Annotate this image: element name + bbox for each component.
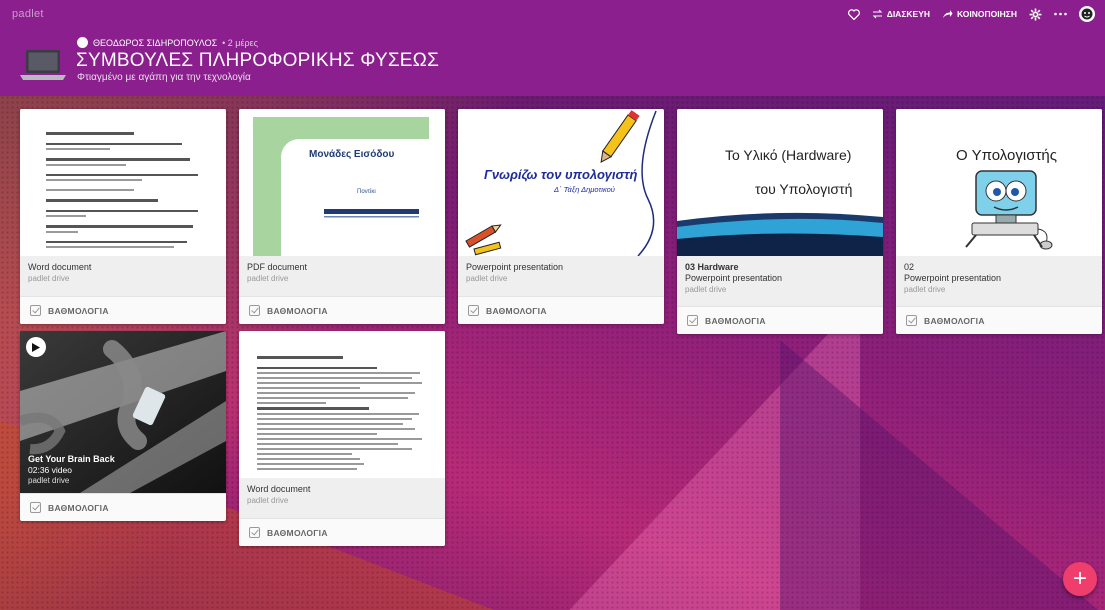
hardware-thumb-line2: του Υπολογιστή xyxy=(755,181,853,197)
post-card[interactable]: Μονάδες Εισόδου Ποντίκι PDF document pad… xyxy=(239,109,445,324)
heart-icon[interactable] xyxy=(847,8,860,20)
attachment-title: Powerpoint presentation xyxy=(685,273,783,283)
remake-label: ΔΙΑΣΚΕΥΗ xyxy=(886,9,931,19)
powerpoint-thumbnail[interactable]: Γνωρίζω τον υπολογιστή Δ΄ Τάξη Δημοτικού xyxy=(458,109,664,256)
attachment-title: Powerpoint presentation xyxy=(466,262,564,272)
author-line: ΘΕΟΔΩΡΟΣ ΣΙΔΗΡΟΠΟΥΛΟΣ • 2 μέρες xyxy=(77,37,258,48)
pencil-illustration xyxy=(465,110,657,256)
attachment-source: padlet drive xyxy=(28,274,70,283)
checkbox-icon xyxy=(906,315,917,326)
attachment-title: Word document xyxy=(247,484,311,494)
pdf-slide-graphic xyxy=(253,117,429,256)
post-card[interactable]: Ο Υπολογιστής 02 Powerpoint presentation… xyxy=(896,109,1102,334)
attachment-source: padlet drive xyxy=(247,274,289,283)
attachment-title: Powerpoint presentation xyxy=(904,273,1002,283)
pdf-thumb-sub: Ποντίκι xyxy=(357,189,376,195)
computer-slide-thumbnail[interactable]: Ο Υπολογιστής xyxy=(896,109,1102,256)
checkbox-icon xyxy=(687,315,698,326)
avatar-face-icon xyxy=(1081,8,1093,20)
grade-label: ΒΑΘΜΟΛΟΓΙΑ xyxy=(924,315,985,326)
share-label: ΚΟΙΝΟΠΟΙΗΣΗ xyxy=(957,9,1017,19)
share-button[interactable]: ΚΟΙΝΟΠΟΙΗΣΗ xyxy=(942,9,1017,19)
board-title: ΣΥΜΒΟΥΛΕΣ ΠΛΗΡΟΦΟΡΙΚΗΣ ΦΥΣΕΩΣ xyxy=(76,50,440,71)
pdf-document-thumbnail[interactable]: Μονάδες Εισόδου Ποντίκι xyxy=(239,109,445,256)
attachment-source: padlet drive xyxy=(466,274,508,283)
author-avatar xyxy=(77,37,88,48)
attachment-source: padlet drive xyxy=(247,496,289,505)
post-age: • 2 μέρες xyxy=(222,37,258,48)
grade-button[interactable]: ΒΑΘΜΟΛΟΓΙΑ xyxy=(896,306,1102,334)
ppt-thumb-heading: Γνωρίζω τον υπολογιστή xyxy=(484,167,638,182)
post-card[interactable]: Το Υλικό (Hardware) του Υπολογιστή 03 Ha… xyxy=(677,109,883,334)
grade-button[interactable]: ΒΑΘΜΟΛΟΓΙΑ xyxy=(20,296,226,324)
swap-icon xyxy=(872,9,883,19)
play-icon[interactable] xyxy=(26,337,46,357)
checkbox-icon xyxy=(249,527,260,538)
word-document-thumbnail[interactable] xyxy=(239,331,445,478)
checkbox-icon xyxy=(30,305,41,316)
board-header: padlet ΔΙΑΣΚΕΥΗ ΚΟΙΝΟΠΟΙΗΣΗ ΘΕΟΔΩΡΟΣ ΣΙΔ… xyxy=(0,0,1105,96)
post-card[interactable]: Γνωρίζω τον υπολογιστή Δ΄ Τάξη Δημοτικού… xyxy=(458,109,664,324)
video-thumbnail[interactable]: Get Your Brain Back 02:36 video padlet d… xyxy=(20,331,226,493)
attachment-source: padlet drive xyxy=(685,285,727,294)
post-card[interactable]: Get Your Brain Back 02:36 video padlet d… xyxy=(20,331,226,521)
grade-label: ΒΑΘΜΟΛΟΓΙΑ xyxy=(486,305,547,316)
user-avatar[interactable] xyxy=(1079,6,1095,22)
pdf-thumb-heading: Μονάδες Εισόδου xyxy=(309,149,395,160)
top-actions: ΔΙΑΣΚΕΥΗ ΚΟΙΝΟΠΟΙΗΣΗ xyxy=(847,6,1095,22)
hardware-thumb-line1: Το Υλικό (Hardware) xyxy=(725,147,852,163)
cartoon-computer-illustration xyxy=(965,170,1053,250)
hardware-slide-thumbnail[interactable]: Το Υλικό (Hardware) του Υπολογιστή xyxy=(677,109,883,256)
ppt-thumb-sub: Δ΄ Τάξη Δημοτικού xyxy=(554,185,615,194)
remake-button[interactable]: ΔΙΑΣΚΕΥΗ xyxy=(872,9,930,19)
attachment-title: Word document xyxy=(28,262,92,272)
share-arrow-icon xyxy=(943,10,953,18)
checkbox-icon xyxy=(468,305,479,316)
grade-label: ΒΑΘΜΟΛΟΓΙΑ xyxy=(48,305,109,316)
laptop-icon xyxy=(20,50,66,80)
grade-label: ΒΑΘΜΟΛΟΓΙΑ xyxy=(267,305,328,316)
computer-thumb-line1: Ο Υπολογιστής xyxy=(956,147,1057,164)
checkbox-icon xyxy=(249,305,260,316)
word-document-thumbnail[interactable] xyxy=(20,109,226,256)
checkbox-icon xyxy=(30,502,41,513)
attachment-source: padlet drive xyxy=(904,285,946,294)
grade-button[interactable]: ΒΑΘΜΟΛΟΓΙΑ xyxy=(20,493,226,521)
grade-button[interactable]: ΒΑΘΜΟΛΟΓΙΑ xyxy=(239,518,445,546)
grade-button[interactable]: ΒΑΘΜΟΛΟΓΙΑ xyxy=(677,306,883,334)
attachment-heading: 02 xyxy=(904,262,915,272)
attachment-source: padlet drive xyxy=(28,476,70,485)
padlet-logo[interactable]: padlet xyxy=(12,8,44,20)
attachment-heading: 03 Hardware xyxy=(685,262,739,272)
attachment-title: PDF document xyxy=(247,262,308,272)
settings-gear-icon[interactable] xyxy=(1029,8,1042,21)
grade-label: ΒΑΘΜΟΛΟΓΙΑ xyxy=(48,502,109,513)
post-card[interactable]: Word document padlet drive ΒΑΘΜΟΛΟΓΙΑ xyxy=(20,109,226,324)
post-card[interactable]: Word document padlet drive ΒΑΘΜΟΛΟΓΙΑ xyxy=(239,331,445,546)
add-post-button[interactable]: + xyxy=(1063,562,1097,596)
grade-label: ΒΑΘΜΟΛΟΓΙΑ xyxy=(705,315,766,326)
author-name: ΘΕΟΔΩΡΟΣ ΣΙΔΗΡΟΠΟΥΛΟΣ xyxy=(93,37,218,48)
more-options-icon[interactable] xyxy=(1054,12,1067,16)
video-title: Get Your Brain Back xyxy=(28,454,115,464)
grade-button[interactable]: ΒΑΘΜΟΛΟΓΙΑ xyxy=(458,296,664,324)
grade-label: ΒΑΘΜΟΛΟΓΙΑ xyxy=(267,527,328,538)
grade-button[interactable]: ΒΑΘΜΟΛΟΓΙΑ xyxy=(239,296,445,324)
board-subtitle: Φτιαγμένο με αγάπη για την τεχνολογία xyxy=(77,72,251,83)
video-meta: 02:36 video xyxy=(28,465,72,475)
